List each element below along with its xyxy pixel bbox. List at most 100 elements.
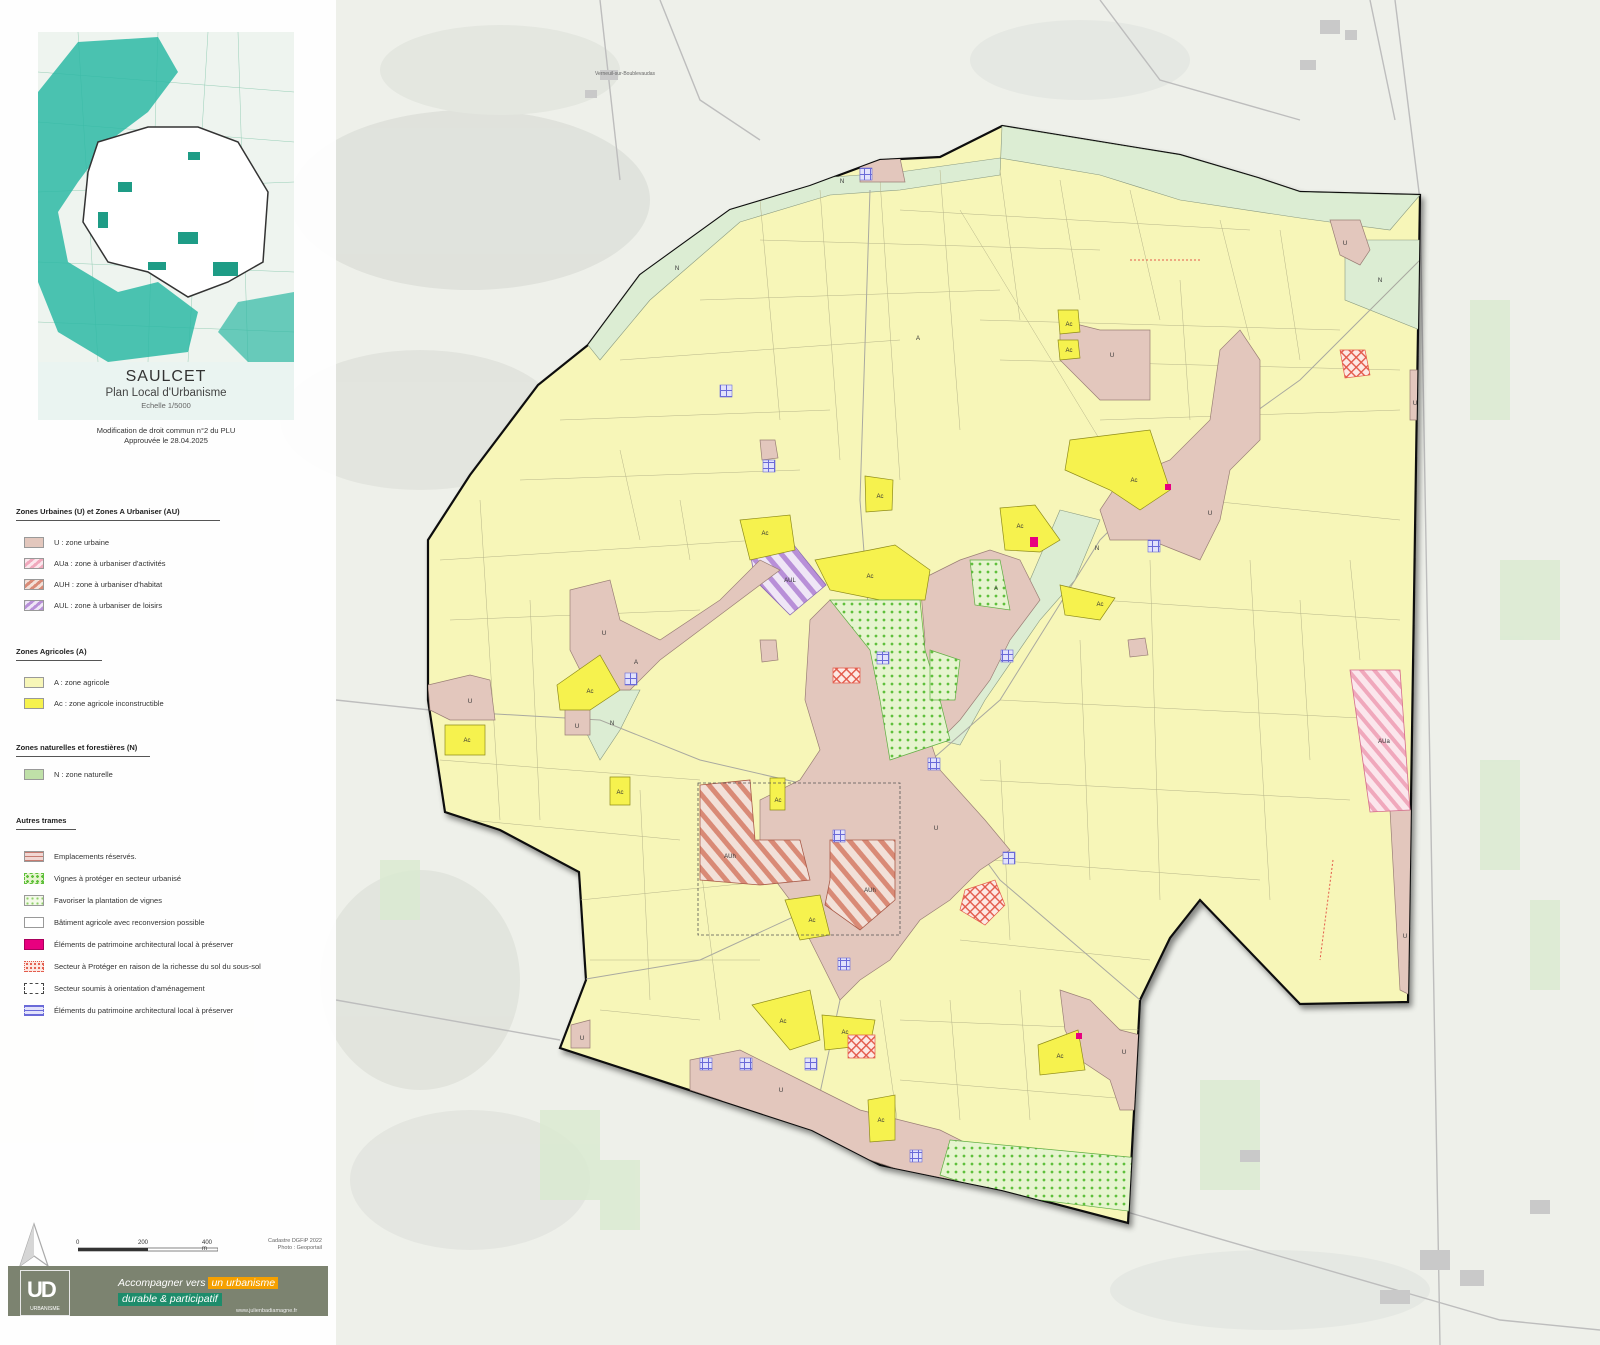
legend-item-label: N : zone naturelle bbox=[54, 769, 113, 779]
ud-logo-subtitle: URBANISME bbox=[30, 1306, 60, 1312]
label-n: N bbox=[675, 266, 679, 272]
scale-tick-0: 0 bbox=[76, 1240, 80, 1246]
patrimoine-marker[interactable] bbox=[927, 757, 941, 771]
ud-logo: UD URBANISME bbox=[20, 1270, 70, 1316]
locator-map-graphic bbox=[38, 32, 294, 363]
sol-northeast[interactable] bbox=[1339, 349, 1371, 379]
legend-item-patrimoine2: Éléments du patrimoine architectural loc… bbox=[24, 1003, 233, 1017]
patrimoine-marker[interactable] bbox=[876, 651, 890, 665]
legend-item-label: AUH : zone à urbaniser d'habitat bbox=[54, 579, 163, 589]
patrimoine-marker[interactable] bbox=[804, 1057, 818, 1071]
label-u: U bbox=[934, 826, 938, 832]
label-auh: AUh bbox=[864, 888, 876, 894]
label-ac: Ac bbox=[1056, 1054, 1063, 1060]
swatch-aul bbox=[24, 599, 44, 611]
credits: Cadastre DGFiP 2022 Photo : Geoportail bbox=[250, 1238, 322, 1252]
label-u: U bbox=[575, 724, 579, 730]
patrimoine-marker[interactable] bbox=[1000, 649, 1014, 663]
title-block: SAULCET Plan Local d'Urbanisme Echelle 1… bbox=[38, 368, 294, 410]
label-a: A bbox=[634, 660, 638, 666]
legend-item-label: Favoriser la plantation de vignes bbox=[54, 895, 162, 905]
legend-item-label: Vignes à protéger en secteur urbanisé bbox=[54, 873, 182, 883]
legend-item-label: Éléments de patrimoine architectural loc… bbox=[54, 939, 234, 949]
patrimoine-marker[interactable] bbox=[739, 1057, 753, 1071]
label-a: A bbox=[994, 586, 998, 592]
scale-bar: 0 200 400 m bbox=[76, 1240, 219, 1254]
label-ac: Ac bbox=[1096, 602, 1103, 608]
slogan-line2: durable & participatif bbox=[118, 1293, 222, 1306]
patrimoine-marker[interactable] bbox=[832, 829, 846, 843]
swatch-vignes bbox=[24, 872, 44, 884]
zone-u-small-3[interactable] bbox=[1127, 637, 1149, 658]
legend-item-n: N : zone naturelle bbox=[24, 767, 113, 781]
legend-item-vignes: Vignes à protéger en secteur urbanisé bbox=[24, 871, 181, 885]
patrimoine-marker[interactable] bbox=[699, 1057, 713, 1071]
website-link[interactable]: www.julienbadiamagne.fr bbox=[236, 1308, 297, 1314]
label-ac: Ac bbox=[774, 798, 781, 804]
sol-south[interactable] bbox=[847, 1034, 876, 1059]
patrimoine-marker[interactable] bbox=[1147, 539, 1161, 553]
legend-item-batiment: Bâtiment agricole avec reconversion poss… bbox=[24, 915, 205, 929]
patrimoine-marker[interactable] bbox=[624, 672, 638, 686]
patrimoine-local-marker[interactable] bbox=[1030, 537, 1038, 547]
north-arrow-icon bbox=[18, 1222, 50, 1268]
patrimoine-marker[interactable] bbox=[719, 384, 733, 398]
legend-item-a: A : zone agricole bbox=[24, 675, 109, 689]
zone-u-small-1[interactable] bbox=[759, 439, 779, 461]
swatch-ac bbox=[24, 697, 44, 709]
label-u: U bbox=[580, 1036, 584, 1042]
zone-u-small-2[interactable] bbox=[759, 639, 779, 663]
patrimoine-marker[interactable] bbox=[859, 167, 873, 181]
label-u: U bbox=[1208, 511, 1212, 517]
swatch-patrimoine1 bbox=[24, 938, 44, 950]
patrimoine-local-marker[interactable] bbox=[1165, 484, 1171, 490]
label-ac: Ac bbox=[876, 494, 883, 500]
label-a: A bbox=[916, 336, 920, 342]
label-n: N bbox=[610, 721, 614, 727]
swatch-auh bbox=[24, 578, 44, 590]
swatch-oap bbox=[24, 982, 44, 994]
label-u: U bbox=[1403, 934, 1407, 940]
legend-item-label: Bâtiment agricole avec reconversion poss… bbox=[54, 917, 205, 927]
patrimoine-marker[interactable] bbox=[837, 957, 851, 971]
modification-line1: Modification de droit commun n°2 du PLU bbox=[96, 426, 236, 435]
zone-u-small-5[interactable] bbox=[570, 1019, 591, 1049]
label-ac: Ac bbox=[779, 1019, 786, 1025]
label-ac: Ac bbox=[877, 1118, 884, 1124]
patrimoine-local-marker[interactable] bbox=[1076, 1033, 1082, 1039]
label-ac: Ac bbox=[463, 738, 470, 744]
legend-item-label: Ac : zone agricole inconstructible bbox=[54, 698, 164, 708]
legend-item-plantation: Favoriser la plantation de vignes bbox=[24, 893, 162, 907]
patrimoine-marker[interactable] bbox=[762, 459, 776, 473]
slogan-part-b: un urbanisme bbox=[208, 1277, 279, 1289]
label-ac: Ac bbox=[808, 918, 815, 924]
ud-logo-text: UD bbox=[27, 1277, 57, 1302]
legend-rule bbox=[16, 520, 220, 521]
swatch-a bbox=[24, 676, 44, 688]
label-u: U bbox=[1110, 353, 1114, 359]
legend-item-label: U : zone urbaine bbox=[54, 537, 110, 547]
legend-rule bbox=[16, 756, 150, 757]
legend-item-ac: Ac : zone agricole inconstructible bbox=[24, 696, 164, 710]
credit-cadastre: Cadastre DGFiP 2022 bbox=[267, 1238, 322, 1244]
legend-item-label: Éléments du patrimoine architectural loc… bbox=[54, 1005, 234, 1015]
label-aua: AUa bbox=[1378, 739, 1390, 745]
legend-heading-urban: Zones Urbaines (U) et Zones A Urbaniser … bbox=[16, 507, 180, 516]
swatch-aua bbox=[24, 557, 44, 569]
patrimoine-marker[interactable] bbox=[1002, 851, 1016, 865]
label-u: U bbox=[1122, 1050, 1126, 1056]
sol-village[interactable] bbox=[832, 667, 861, 684]
patrimoine-marker[interactable] bbox=[909, 1149, 923, 1163]
zone-ac-small-center[interactable] bbox=[769, 777, 786, 811]
legend-heading-nat: Zones naturelles et forestières (N) bbox=[16, 743, 138, 752]
swatch-sol bbox=[24, 960, 44, 972]
label-u: U bbox=[468, 699, 472, 705]
legend-heading-other: Autres trames bbox=[16, 816, 67, 825]
legend-item-label: Emplacements réservés. bbox=[54, 851, 137, 861]
label-u: U bbox=[779, 1088, 783, 1094]
label-ac: Ac bbox=[616, 790, 623, 796]
label-u: U bbox=[1343, 241, 1347, 247]
label-ac: Ac bbox=[866, 574, 873, 580]
modification-note: Modification de droit commun n°2 du PLU … bbox=[38, 426, 294, 446]
legend-item-auh: AUH : zone à urbaniser d'habitat bbox=[24, 577, 162, 591]
